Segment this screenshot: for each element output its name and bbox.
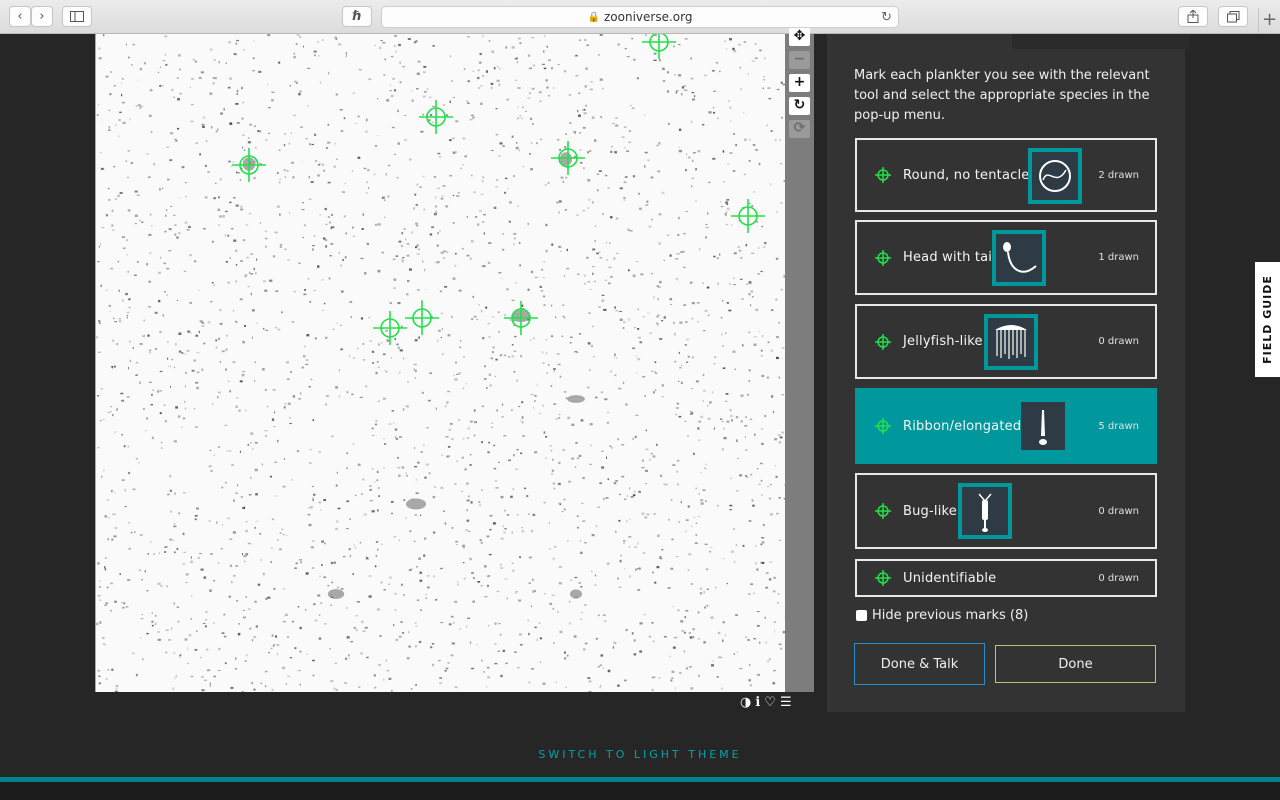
tabs-overview-button[interactable] bbox=[1218, 6, 1248, 27]
tool-head-with-tail[interactable]: Head with tail 1 drawn bbox=[855, 220, 1157, 295]
field-guide-tab[interactable]: FIELD GUIDE bbox=[1255, 262, 1280, 377]
share-icon bbox=[1187, 10, 1199, 23]
crosshair-icon bbox=[875, 333, 891, 350]
tool-round-no-tentacles[interactable]: Round, no tentacles 2 drawn bbox=[855, 138, 1157, 212]
image-tools: ✥ − + ↻ ⟳ bbox=[785, 28, 814, 692]
tool-bug-like[interactable]: Bug-like 0 drawn bbox=[855, 473, 1157, 549]
image-meta-controls: ◑ ℹ ♡ ☰ bbox=[740, 695, 792, 710]
reset-icon: ⟳ bbox=[793, 120, 806, 136]
plankton-mark[interactable] bbox=[373, 311, 407, 345]
done-and-talk-button[interactable]: Done & Talk bbox=[854, 643, 985, 685]
jellyfish-thumbnail bbox=[984, 314, 1038, 370]
forward-button[interactable]: › bbox=[31, 6, 53, 27]
tool-count: 0 drawn bbox=[1098, 572, 1139, 584]
tool-label: Round, no tentacles bbox=[903, 167, 1037, 183]
head-tail-thumbnail bbox=[992, 230, 1046, 286]
tool-unidentifiable[interactable]: Unidentifiable 0 drawn bbox=[855, 559, 1157, 597]
new-tab-button[interactable]: + bbox=[1258, 8, 1280, 34]
tabs-icon bbox=[1226, 10, 1239, 22]
collections-icon[interactable]: ☰ bbox=[780, 695, 792, 710]
tool-ribbon-elongated[interactable]: Ribbon/elongated 5 drawn bbox=[855, 388, 1157, 464]
plankton-mark[interactable] bbox=[405, 301, 439, 335]
tool-count: 2 drawn bbox=[1098, 169, 1139, 181]
url-text: zooniverse.org bbox=[603, 10, 693, 24]
plus-icon: + bbox=[793, 74, 806, 90]
field-guide-label: FIELD GUIDE bbox=[1261, 275, 1275, 364]
tool-count: 0 drawn bbox=[1098, 336, 1139, 347]
tool-count: 0 drawn bbox=[1098, 505, 1139, 517]
round-thumbnail bbox=[1028, 148, 1082, 204]
pan-button[interactable]: ✥ bbox=[789, 28, 810, 46]
lock-icon: 🔒 bbox=[587, 11, 600, 23]
plankton-mark[interactable] bbox=[232, 148, 266, 182]
tool-label: Jellyfish-like bbox=[903, 334, 983, 349]
done-button[interactable]: Done bbox=[995, 645, 1156, 683]
crosshair-icon bbox=[875, 570, 891, 586]
bug-thumbnail bbox=[958, 483, 1012, 539]
back-button[interactable]: ‹ bbox=[9, 6, 31, 27]
crosshair-icon bbox=[875, 418, 891, 434]
hide-marks-label: Hide previous marks (8) bbox=[872, 608, 1029, 623]
tool-jellyfish-like[interactable]: Jellyfish-like 0 drawn bbox=[855, 304, 1157, 379]
tool-label: Unidentifiable bbox=[903, 570, 997, 586]
tool-count: 5 drawn bbox=[1098, 420, 1139, 432]
browser-toolbar: ‹ › ℏ 🔒 zooniverse.org ↻ + bbox=[0, 0, 1280, 34]
address-bar[interactable]: 🔒 zooniverse.org ↻ bbox=[381, 6, 899, 28]
panel-tab bbox=[1012, 34, 1190, 49]
tool-count: 1 drawn bbox=[1098, 252, 1139, 263]
plankton-mark[interactable] bbox=[642, 34, 676, 59]
reset-button[interactable]: ⟳ bbox=[789, 120, 810, 138]
rotate-icon: ↻ bbox=[793, 97, 806, 113]
marks-layer bbox=[232, 34, 765, 345]
invert-icon[interactable]: ◑ bbox=[740, 695, 751, 710]
plankton-mark[interactable] bbox=[731, 199, 765, 233]
crosshair-icon bbox=[875, 249, 891, 266]
tool-label: Ribbon/elongated bbox=[903, 418, 1022, 434]
minus-icon: − bbox=[793, 51, 806, 67]
share-button[interactable] bbox=[1178, 6, 1208, 27]
tool-label: Head with tail bbox=[903, 250, 996, 265]
task-instructions: Mark each plankter you see with the rele… bbox=[854, 68, 1150, 123]
crosshair-icon bbox=[875, 167, 891, 183]
move-icon: ✥ bbox=[793, 28, 806, 44]
plankton-mark[interactable] bbox=[551, 141, 585, 175]
tool-label: Bug-like bbox=[903, 503, 957, 519]
sidebar-icon bbox=[70, 11, 84, 22]
crosshair-icon bbox=[875, 503, 891, 519]
subject-image[interactable] bbox=[95, 34, 785, 692]
zoom-in-button[interactable]: + bbox=[789, 74, 810, 92]
favorite-icon[interactable]: ♡ bbox=[764, 695, 776, 710]
ribbon-thumbnail bbox=[1021, 402, 1065, 450]
extension-icon: ℏ bbox=[352, 9, 362, 24]
plankton-mark[interactable] bbox=[504, 301, 538, 335]
switch-theme-link[interactable]: SWITCH TO LIGHT THEME bbox=[0, 748, 1280, 761]
zoom-out-button[interactable]: − bbox=[789, 51, 810, 69]
sidebar-toggle-button[interactable] bbox=[62, 6, 92, 27]
plankton-mark[interactable] bbox=[419, 100, 453, 134]
footer bbox=[0, 782, 1280, 800]
info-icon[interactable]: ℹ bbox=[755, 695, 760, 710]
extension-button[interactable]: ℏ bbox=[342, 6, 372, 27]
hide-marks-checkbox[interactable] bbox=[856, 610, 867, 621]
rotate-button[interactable]: ↻ bbox=[789, 97, 810, 115]
reload-icon[interactable]: ↻ bbox=[881, 10, 892, 25]
hide-previous-marks[interactable]: Hide previous marks (8) bbox=[856, 608, 1028, 623]
